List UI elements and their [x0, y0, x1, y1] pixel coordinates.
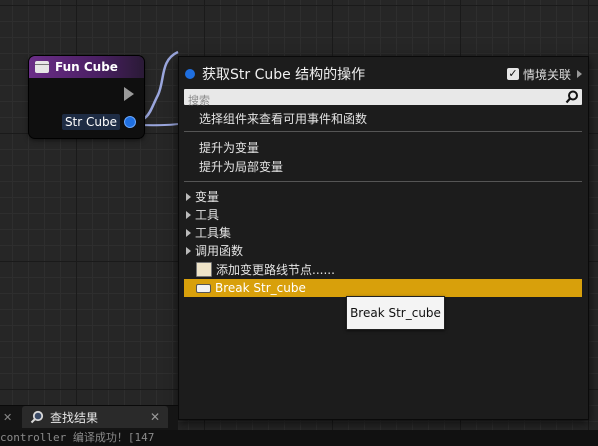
- function-icon: [35, 61, 49, 73]
- search-icon: [30, 410, 44, 424]
- category-label: 变量: [195, 190, 220, 204]
- exec-output-pin[interactable]: [124, 87, 134, 101]
- context-sensitive-toggle[interactable]: ✓ 情境关联: [506, 66, 582, 83]
- action-menu: 获取Str Cube 结构的操作 ✓ 情境关联 选择组件来查看可用事件和函数 提…: [178, 56, 589, 420]
- context-label: 情境关联: [522, 67, 571, 82]
- item-label: Break Str_cube: [215, 281, 306, 295]
- divider: [184, 131, 582, 132]
- pin-label: Str Cube: [61, 114, 120, 130]
- node-title: Fun Cube: [55, 60, 118, 74]
- reroute-node-icon: [196, 261, 212, 277]
- close-icon[interactable]: ✕: [150, 411, 160, 423]
- tab-find-results[interactable]: 查找结果 ✕: [22, 406, 168, 428]
- tooltip: Break Str_cube: [346, 296, 445, 330]
- expand-arrow-icon[interactable]: [186, 246, 191, 255]
- category-label: 工具集: [195, 226, 232, 240]
- category-call-function[interactable]: 调用函数: [186, 242, 243, 259]
- expand-arrow-icon[interactable]: [186, 210, 191, 219]
- search-input[interactable]: [184, 92, 562, 109]
- category-toolsets[interactable]: 工具集: [186, 224, 231, 241]
- output-log: controller 编译成功！[147: [0, 430, 598, 446]
- add-reroute-node-item[interactable]: 添加变更路线节点......: [184, 260, 582, 278]
- chevron-right-icon[interactable]: [577, 70, 582, 78]
- category-label: 工具: [195, 208, 220, 222]
- break-struct-icon: [196, 283, 211, 293]
- category-label: 调用函数: [195, 244, 244, 258]
- search-box[interactable]: [184, 89, 582, 109]
- fun-cube-node[interactable]: Fun Cube Str Cube: [29, 56, 144, 138]
- info-text: 选择组件来查看可用事件和函数: [199, 112, 368, 126]
- expand-arrow-icon[interactable]: [186, 192, 191, 201]
- break-str-cube-item[interactable]: Break Str_cube: [184, 279, 582, 297]
- promote-to-local-variable[interactable]: 提升为局部变量: [199, 158, 283, 175]
- menu-title: 获取Str Cube 结构的操作: [202, 67, 366, 83]
- search-icon[interactable]: [565, 90, 579, 104]
- divider: [184, 181, 582, 182]
- expand-arrow-icon[interactable]: [186, 228, 191, 237]
- struct-pin-icon: [185, 69, 195, 79]
- node-header[interactable]: Fun Cube: [29, 56, 144, 78]
- category-variables[interactable]: 变量: [186, 188, 219, 205]
- tab-label: 查找结果: [50, 410, 99, 425]
- item-label: 添加变更路线节点......: [216, 262, 335, 277]
- pin-dot-icon[interactable]: [124, 116, 136, 128]
- checkbox-checked-icon[interactable]: ✓: [506, 68, 519, 80]
- menu-header: 获取Str Cube 结构的操作 ✓ 情境关联: [185, 65, 582, 83]
- close-icon[interactable]: ✕: [3, 411, 12, 424]
- category-utilities[interactable]: 工具: [186, 206, 219, 223]
- str-cube-output-pin[interactable]: Str Cube: [61, 114, 136, 130]
- promote-to-variable[interactable]: 提升为变量: [199, 139, 259, 156]
